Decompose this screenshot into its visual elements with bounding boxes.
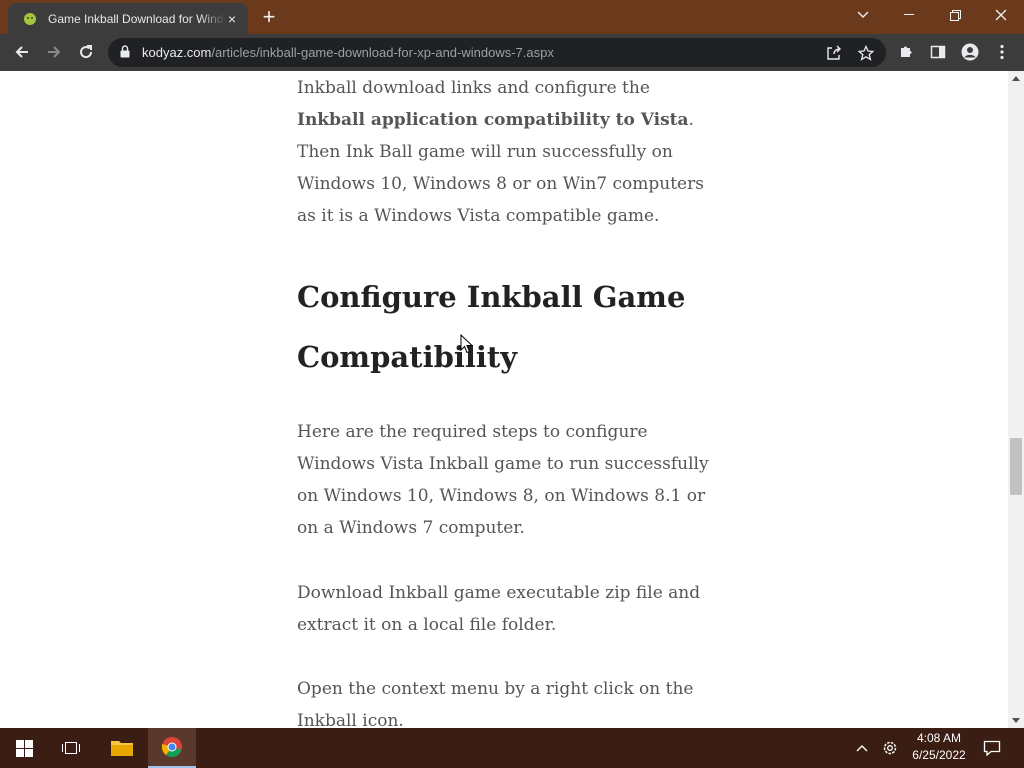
back-arrow-icon[interactable] — [8, 38, 36, 66]
clock-time: 4:08 AM — [916, 731, 962, 745]
mouse-cursor-icon — [460, 333, 474, 359]
tab-search-icon[interactable] — [840, 0, 886, 30]
scrollbar-thumb[interactable] — [1010, 438, 1022, 495]
notification-center-icon[interactable] — [978, 728, 1006, 768]
forward-arrow-icon[interactable] — [40, 38, 68, 66]
task-view-icon[interactable] — [48, 728, 96, 768]
windows-taskbar: 4:08 AM 6/25/2022 — [0, 728, 1024, 768]
file-explorer-icon[interactable] — [98, 728, 146, 768]
section-heading: Configure Inkball Game Compatibility — [297, 280, 686, 374]
tab-title: Game Inkball Download for Windows 7 — [48, 11, 226, 26]
browser-tab[interactable]: Game Inkball Download for Windows 7 × — [8, 3, 248, 34]
scroll-up-icon[interactable] — [1012, 75, 1020, 83]
tab-strip: Game Inkball Download for Windows 7 × + — [0, 0, 1024, 34]
lock-icon[interactable] — [120, 45, 130, 63]
side-panel-icon[interactable] — [924, 38, 952, 66]
windows-start-icon[interactable] — [0, 728, 48, 768]
restore-button[interactable] — [932, 0, 978, 30]
paragraph-intro: Inkball download links and configure the… — [297, 78, 704, 226]
address-bar[interactable]: kodyaz.com/articles/inkball-game-downloa… — [108, 38, 886, 67]
browser-toolbar: kodyaz.com/articles/inkball-game-downloa… — [0, 34, 1024, 71]
chrome-icon[interactable] — [148, 728, 196, 768]
paragraph-download: Download Inkball game executable zip fil… — [297, 583, 701, 635]
close-window-button[interactable] — [978, 0, 1024, 30]
extensions-puzzle-icon[interactable] — [892, 38, 920, 66]
page-viewport: Inkball download links and configure the… — [0, 71, 1008, 728]
scroll-down-icon[interactable] — [1012, 716, 1020, 724]
vertical-scrollbar[interactable] — [1008, 71, 1024, 728]
reload-icon[interactable] — [72, 38, 100, 66]
paragraph-steps: Here are the required steps to configure… — [297, 422, 709, 538]
android-favicon-icon — [22, 11, 38, 27]
clock-date: 6/25/2022 — [912, 748, 966, 762]
settings-gear-icon[interactable] — [878, 728, 902, 768]
bookmark-star-icon[interactable] — [856, 43, 876, 63]
taskbar-clock[interactable]: 4:08 AM 6/25/2022 — [906, 730, 972, 764]
menu-kebab-icon[interactable] — [988, 38, 1016, 66]
url-text[interactable]: kodyaz.com/articles/inkball-game-downloa… — [142, 45, 554, 60]
share-icon[interactable] — [824, 43, 844, 63]
tab-close-icon[interactable]: × — [224, 11, 240, 27]
new-tab-button[interactable]: + — [258, 6, 280, 29]
tray-chevron-up-icon[interactable] — [852, 728, 872, 768]
paragraph-context-menu: Open the context menu by a right click o… — [297, 679, 694, 728]
profile-icon[interactable] — [956, 38, 984, 66]
minimize-button[interactable] — [886, 0, 932, 30]
